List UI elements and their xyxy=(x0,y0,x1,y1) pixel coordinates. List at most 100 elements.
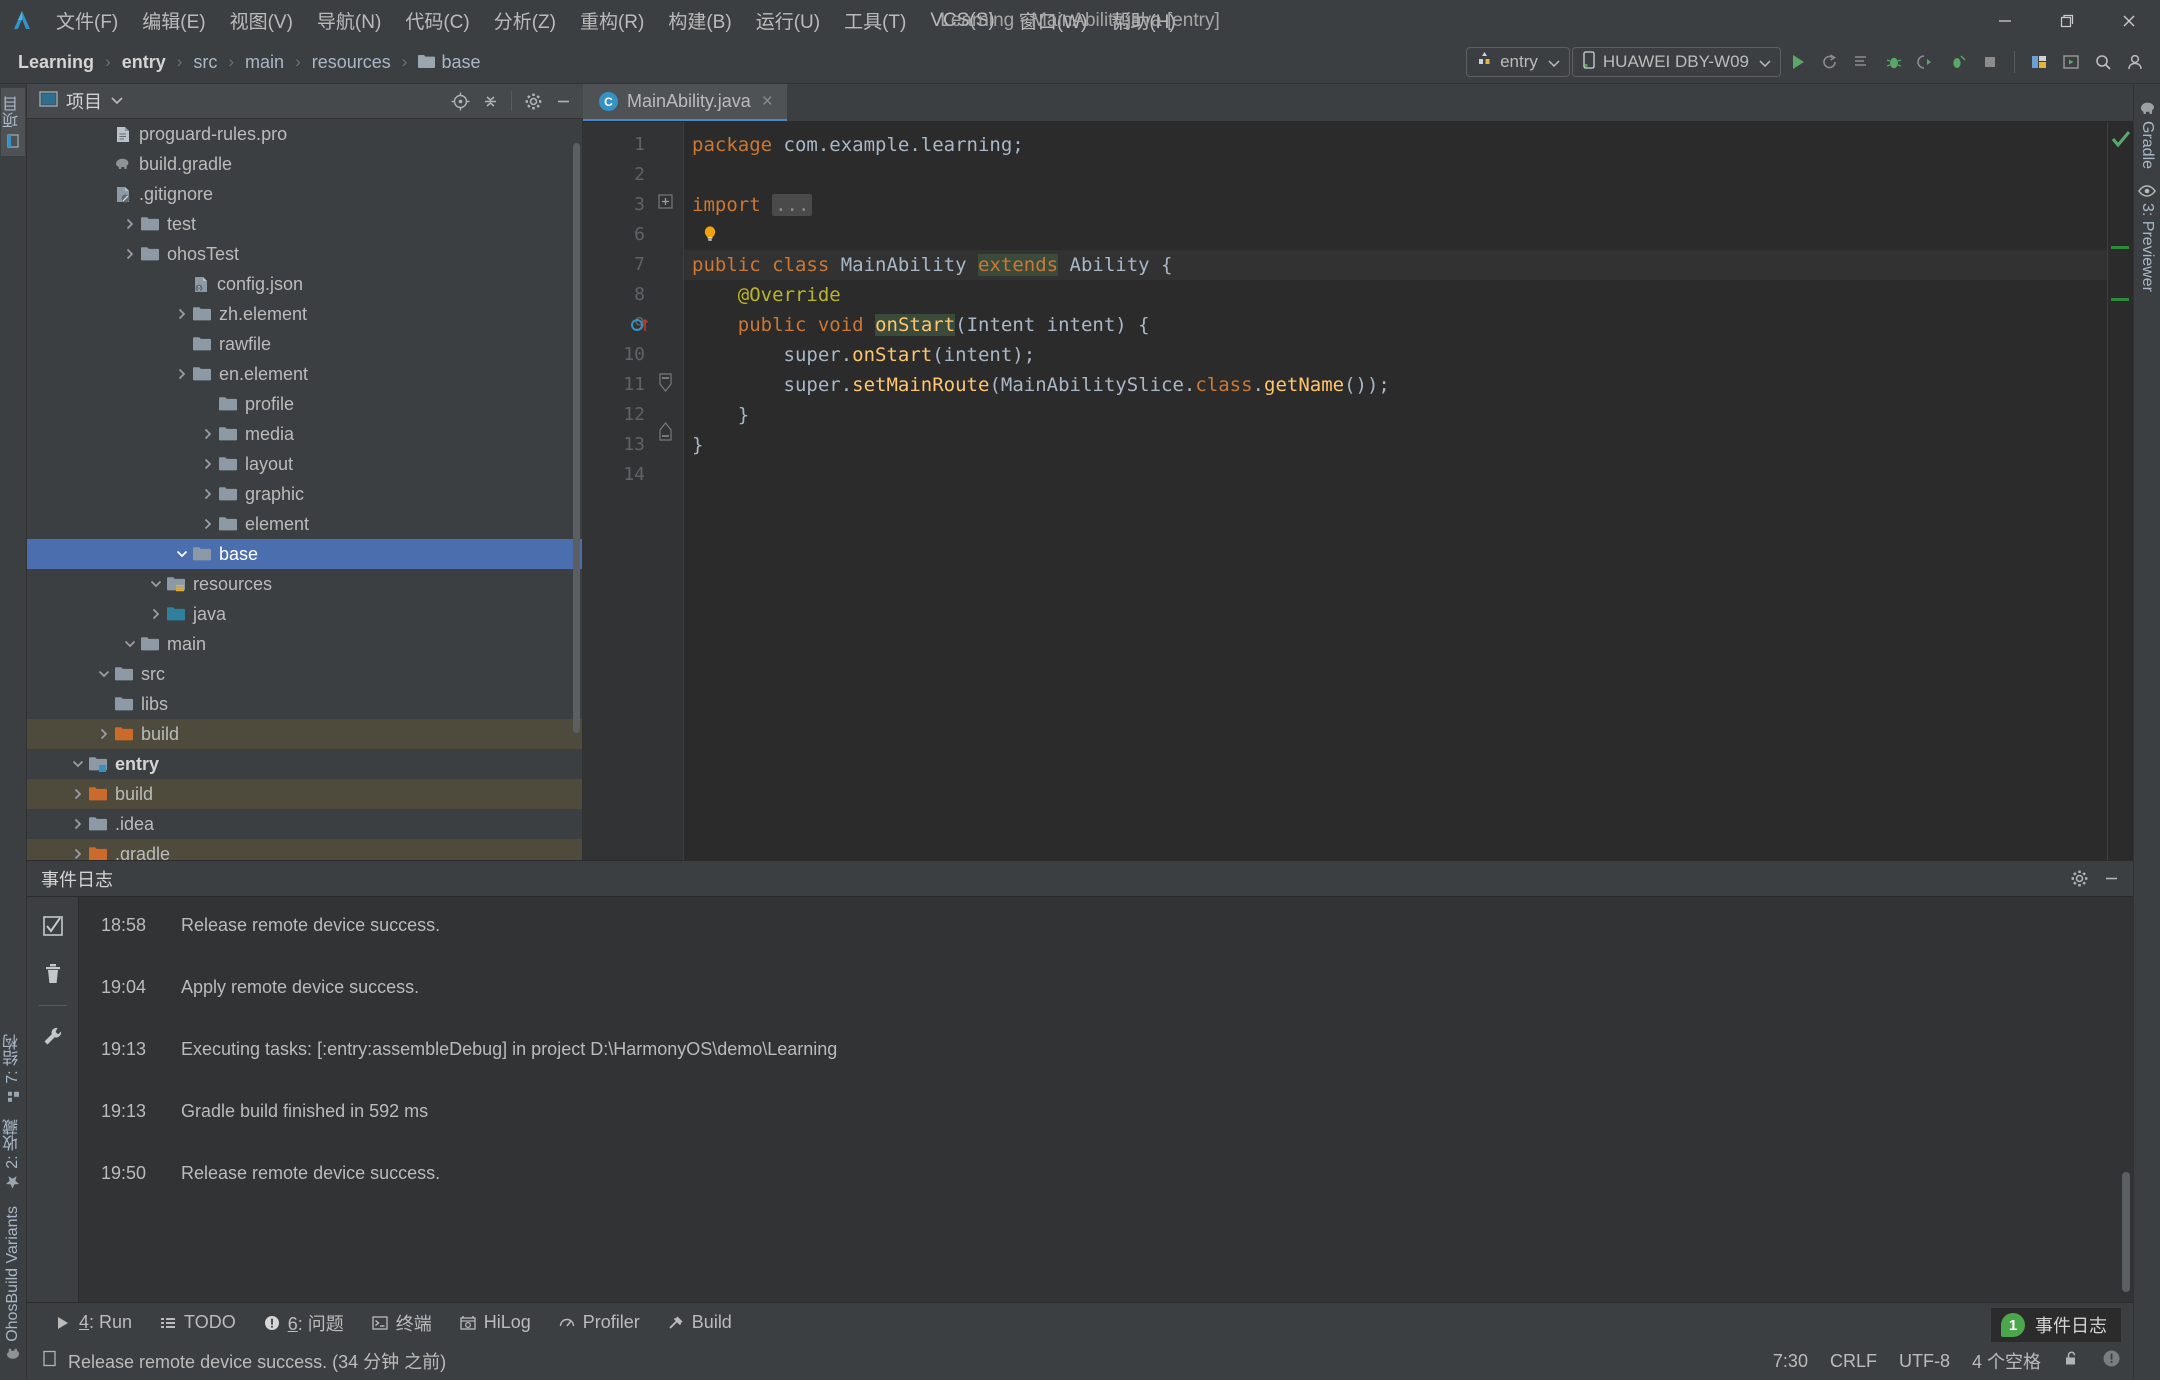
project-panel-chevron-down-icon[interactable] xyxy=(110,92,124,110)
code-line[interactable]: } xyxy=(684,430,2107,460)
maximize-button[interactable] xyxy=(2036,0,2098,41)
tree-node-rawfile[interactable]: rawfile xyxy=(27,329,582,359)
code-line[interactable]: @Override xyxy=(684,280,2107,310)
gutter-run-marker-icon[interactable] xyxy=(631,317,649,339)
tree-node-test[interactable]: test xyxy=(27,209,582,239)
tree-node--gradle[interactable]: .gradle xyxy=(27,839,582,860)
code-line[interactable]: public class MainAbility extends Ability… xyxy=(684,250,2107,280)
tree-node-config-json[interactable]: {}config.json xyxy=(27,269,582,299)
chevron-right-icon[interactable] xyxy=(197,487,219,501)
stop-button[interactable] xyxy=(1975,47,2005,77)
menu-edit[interactable]: 编辑(E) xyxy=(130,3,217,38)
tool-button-previewer[interactable]: 3: Previewer xyxy=(2138,177,2156,300)
previewer-button[interactable] xyxy=(2056,47,2086,77)
fold-end-icon[interactable] xyxy=(658,420,673,442)
tool-window-hilog[interactable]: HiLog xyxy=(448,1308,543,1337)
debug-button[interactable] xyxy=(1879,47,1909,77)
menu-tools[interactable]: 工具(T) xyxy=(832,3,918,38)
mark-all-read-button[interactable] xyxy=(36,909,70,943)
tree-node-profile[interactable]: profile xyxy=(27,389,582,419)
search-everywhere-button[interactable] xyxy=(2088,47,2118,77)
menu-vcs[interactable]: VCS(S) xyxy=(918,6,1006,36)
tool-button-favorites[interactable]: 2: 收藏 xyxy=(1,1111,25,1198)
tree-node-libs[interactable]: libs xyxy=(27,689,582,719)
close-icon[interactable]: × xyxy=(760,91,775,113)
intention-bulb-icon[interactable] xyxy=(684,220,2107,250)
tree-node--gitignore[interactable]: .gitignore xyxy=(27,179,582,209)
code-line[interactable]: super.setMainRoute(MainAbilitySlice.clas… xyxy=(684,370,2107,400)
breadcrumb-item-2[interactable]: src xyxy=(189,50,221,75)
chevron-right-icon[interactable] xyxy=(67,817,89,831)
code-line[interactable]: } xyxy=(684,400,2107,430)
chevron-down-icon[interactable] xyxy=(171,547,193,561)
caret-position[interactable]: 7:30 xyxy=(1773,1351,1808,1372)
chevron-right-icon[interactable] xyxy=(197,457,219,471)
breadcrumb-item-4[interactable]: resources xyxy=(308,50,395,75)
gear-button[interactable] xyxy=(519,87,547,115)
tree-node-element[interactable]: element xyxy=(27,509,582,539)
tree-node-build-gradle[interactable]: build.gradle xyxy=(27,149,582,179)
minimize-button[interactable] xyxy=(1974,0,2036,41)
tree-node-src[interactable]: src xyxy=(27,659,582,689)
menu-build[interactable]: 构建(B) xyxy=(656,3,743,38)
editor-marker-bar[interactable] xyxy=(2107,122,2133,860)
event-log-entry[interactable]: 18:58Release remote device success. xyxy=(101,909,2133,971)
debug-over-button[interactable] xyxy=(1943,47,1973,77)
fold-expand-icon[interactable] xyxy=(658,194,673,209)
project-tree-scrollbar[interactable] xyxy=(573,143,580,733)
chevron-right-icon[interactable] xyxy=(119,217,141,231)
menu-window[interactable]: 窗口(W) xyxy=(1007,3,1100,38)
chevron-down-icon[interactable] xyxy=(119,637,141,651)
tree-node-resources[interactable]: resources xyxy=(27,569,582,599)
event-log-entry[interactable]: 19:50Release remote device success. xyxy=(101,1157,2133,1219)
tool-window-build[interactable]: Build xyxy=(656,1308,744,1337)
event-log-entry[interactable]: 19:04Apply remote device success. xyxy=(101,971,2133,1033)
code-line[interactable]: package com.example.learning; xyxy=(684,130,2107,160)
chevron-down-icon[interactable] xyxy=(93,667,115,681)
lock-icon[interactable] xyxy=(2063,1350,2080,1372)
chevron-right-icon[interactable] xyxy=(93,727,115,741)
tool-button-structure[interactable]: 7: 结构 xyxy=(1,1026,25,1112)
tree-node-build[interactable]: build xyxy=(27,779,582,809)
inspection-icon[interactable] xyxy=(2102,1349,2121,1373)
breadcrumb-item-3[interactable]: main xyxy=(241,50,288,75)
file-encoding[interactable]: UTF-8 xyxy=(1899,1351,1950,1372)
tree-node--idea[interactable]: .idea xyxy=(27,809,582,839)
event-log-entry[interactable]: 18:58Gradle build finished in 11 s 507 m… xyxy=(101,897,2133,909)
tree-node-zh-element[interactable]: zh.element xyxy=(27,299,582,329)
menu-navigate[interactable]: 导航(N) xyxy=(305,3,393,38)
tool-window-terminal[interactable]: 终端 xyxy=(360,1306,444,1340)
device-selector[interactable]: HUAWEI DBY-W09 xyxy=(1572,47,1781,77)
menu-run[interactable]: 运行(U) xyxy=(744,3,832,38)
run-button[interactable] xyxy=(1783,47,1813,77)
tree-node-java[interactable]: java xyxy=(27,599,582,629)
code-line[interactable]: super.onStart(intent); xyxy=(684,340,2107,370)
tree-node-en-element[interactable]: en.element xyxy=(27,359,582,389)
fold-gutter[interactable] xyxy=(655,122,683,860)
tree-node-entry[interactable]: entry xyxy=(27,749,582,779)
menu-analyze[interactable]: 分析(Z) xyxy=(482,3,568,38)
menu-file[interactable]: 文件(F) xyxy=(44,3,130,38)
chevron-down-icon[interactable] xyxy=(145,577,167,591)
menu-help[interactable]: 帮助(H) xyxy=(1099,3,1187,38)
chevron-right-icon[interactable] xyxy=(119,247,141,261)
tool-window-run[interactable]: 4: Run xyxy=(43,1308,144,1337)
device-manager-button[interactable] xyxy=(2024,47,2054,77)
tool-button-gradle[interactable]: Gradle xyxy=(2138,92,2156,177)
tab-mainability-java[interactable]: C MainAbility.java × xyxy=(583,84,787,121)
tree-node-base[interactable]: base xyxy=(27,539,582,569)
hide-button[interactable] xyxy=(549,87,577,115)
chevron-right-icon[interactable] xyxy=(197,427,219,441)
hide-button[interactable] xyxy=(2097,865,2125,893)
event-log-scrollbar[interactable] xyxy=(2122,1172,2130,1292)
event-log-entry[interactable]: 19:13Gradle build finished in 592 ms xyxy=(101,1095,2133,1157)
attach-debugger-button[interactable] xyxy=(1911,47,1941,77)
indent-setting[interactable]: 4 个空格 xyxy=(1972,1348,2041,1374)
breadcrumb-item-0[interactable]: Learning xyxy=(14,50,98,75)
status-message-area[interactable]: Release remote device success. (34 分钟 之前… xyxy=(41,1348,446,1374)
chevron-right-icon[interactable] xyxy=(197,517,219,531)
project-tree[interactable]: proguard-rules.probuild.gradle.gitignore… xyxy=(27,119,583,860)
run-configuration-selector[interactable]: entry xyxy=(1466,47,1570,77)
locate-file-button[interactable] xyxy=(446,87,474,115)
code-line[interactable] xyxy=(684,160,2107,190)
